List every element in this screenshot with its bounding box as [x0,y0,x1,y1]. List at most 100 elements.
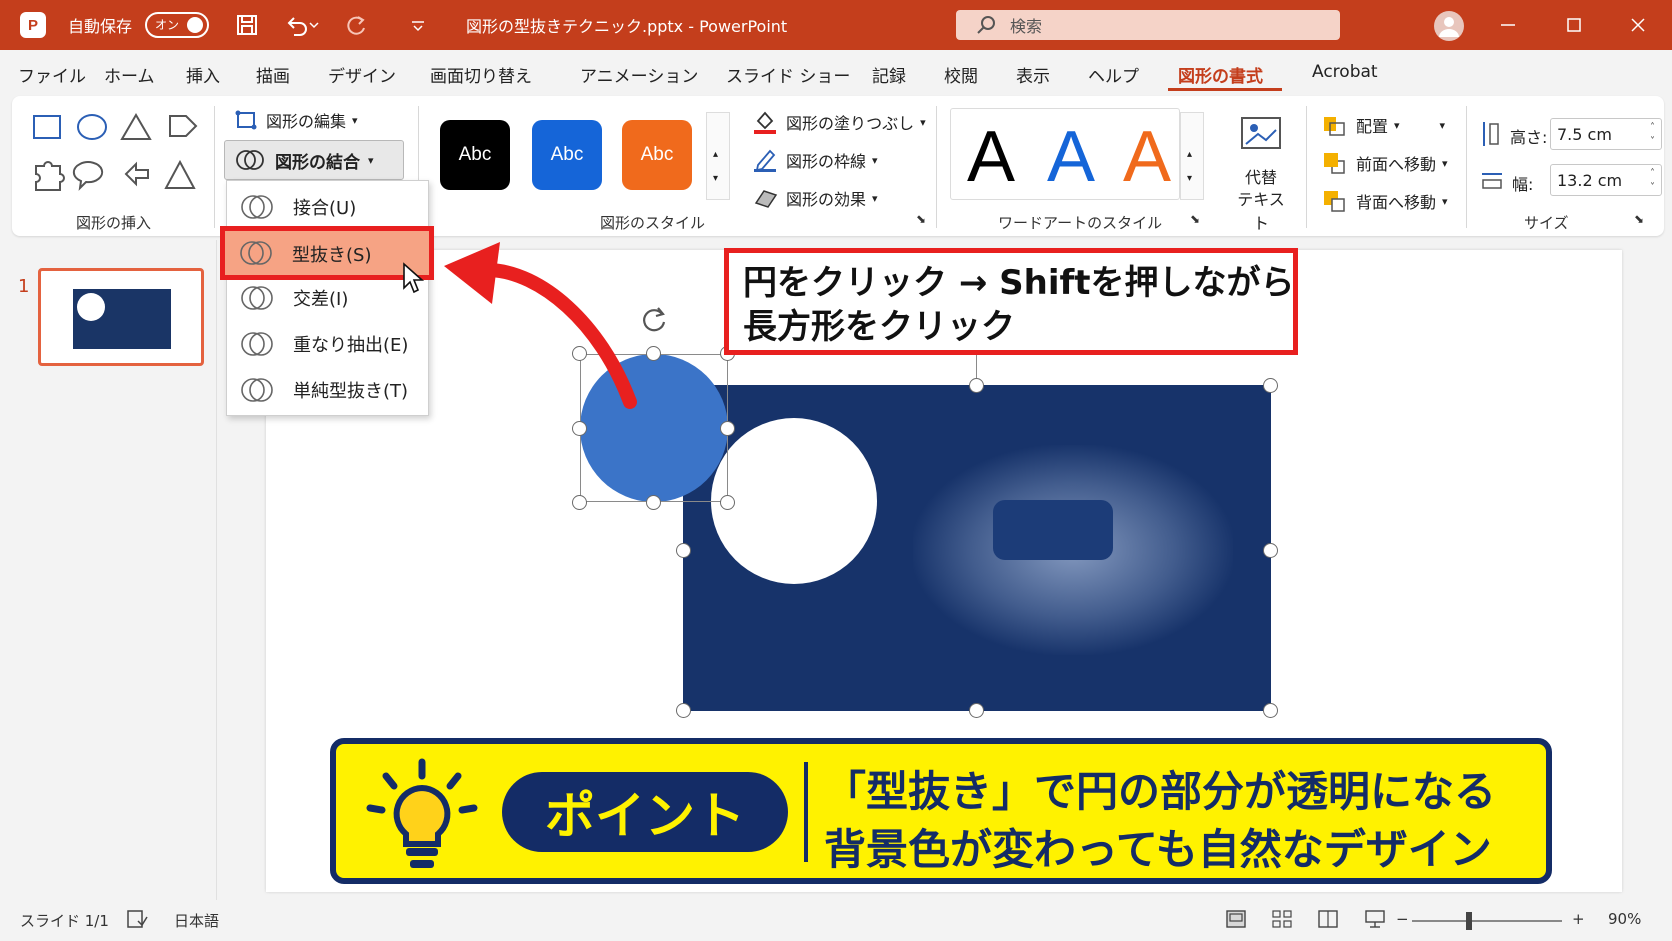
height-input[interactable]: 7.5 cm ˄ ˅ [1550,118,1662,150]
width-input[interactable]: 13.2 cm ˄ ˅ [1550,164,1662,196]
autosave-toggle[interactable]: オン [145,0,209,50]
resize-handle[interactable] [572,421,587,436]
resize-handle[interactable] [720,495,735,510]
dialog-launcher-icon[interactable]: ⬊ [916,212,926,226]
resize-handle[interactable] [969,378,984,393]
banner-divider [804,762,808,862]
search-placeholder: 検索 [1010,17,1043,36]
redo-icon[interactable] [346,0,368,50]
tab-home[interactable]: ホーム [104,62,155,87]
tab-review[interactable]: 校閲 [944,62,978,87]
tab-shape-format[interactable]: 図形の書式 [1178,62,1263,87]
width-icon [1482,173,1502,189]
shape-outline-button[interactable]: 図形の枠線 ▾ [752,146,878,174]
wordart-style-black[interactable]: A [967,119,1015,195]
wordart-style-blue[interactable]: A [1047,119,1095,195]
tab-record[interactable]: 記録 [872,62,906,87]
style-swatch-blue[interactable]: Abc [532,120,602,190]
dialog-launcher-icon[interactable]: ⬊ [1634,212,1644,226]
zoom-slider-track[interactable] [1412,920,1562,922]
tab-animations[interactable]: アニメーション [580,62,698,87]
toggle-label: オン [155,18,180,32]
point-banner: ポイント 「型抜き」で円の部分が透明になる 背景色が変わっても自然なデザイン [330,738,1552,884]
menu-item-subtract-overlap[interactable]: 重なり抽出(E) [227,322,430,366]
undo-icon[interactable] [286,0,320,50]
resize-handle[interactable] [1263,543,1278,558]
style-gallery-scroll[interactable]: ▴ ▾ [706,112,730,200]
shape-effects-button[interactable]: 図形の効果 ▾ [752,184,878,212]
search-box[interactable]: 検索 [956,10,1340,40]
reading-view-icon[interactable] [1318,910,1338,928]
send-backward-button[interactable]: 背面へ移動 ▾ [1322,188,1448,214]
mouse-cursor-icon [403,262,425,294]
slide-sorter-icon[interactable] [1272,910,1292,928]
style-swatch-black[interactable]: Abc [440,120,510,190]
tab-transitions[interactable]: 画面切り替え [430,62,532,87]
resize-handle[interactable] [676,543,691,558]
slide-thumbnail[interactable] [38,268,204,366]
banner-line-1: 「型抜き」で円の部分が透明になる [824,767,1497,816]
shape-effects-label: 図形の効果 [786,190,867,209]
zoom-level[interactable]: 90% [1608,910,1641,928]
resize-handle[interactable] [1263,378,1278,393]
powerpoint-logo-icon: P [20,12,46,38]
menu-item-intersect[interactable]: 交差(I) [227,276,430,320]
resize-handle[interactable] [572,495,587,510]
menu-item-union[interactable]: 接合(U) [227,185,430,229]
shape-outline-label: 図形の枠線 [786,152,867,171]
alt-text-button[interactable]: 代替 テキスト [1230,112,1292,233]
zoom-in-button[interactable]: + [1572,910,1585,928]
slideshow-view-icon[interactable] [1364,909,1386,929]
dialog-launcher-icon[interactable]: ⬊ [1190,212,1200,226]
tab-view[interactable]: 表示 [1016,62,1050,87]
style-swatch-orange[interactable]: Abc [622,120,692,190]
white-circle-cutout[interactable] [711,418,877,584]
shape-gallery[interactable] [30,112,200,198]
bring-forward-button[interactable]: 前面へ移動 ▾ [1322,150,1448,176]
wordart-gallery-scroll[interactable]: ▴ ▾ [1180,112,1204,200]
wordart-gallery[interactable]: A A A [950,108,1180,200]
intersect-icon [241,286,273,310]
app-logo: P [20,0,46,50]
chevron-down-icon: ▾ [920,115,926,129]
close-icon[interactable] [1610,0,1666,50]
tab-slideshow[interactable]: スライド ショー [726,62,850,87]
gallery-more-icon: ▾ [713,173,719,184]
resize-handle[interactable] [720,421,735,436]
zoom-slider-thumb[interactable] [1466,912,1472,930]
shape-fill-button[interactable]: 図形の塗りつぶし ▾ [752,108,926,136]
resize-handle[interactable] [646,495,661,510]
normal-view-icon[interactable] [1226,910,1246,928]
tab-design[interactable]: デザイン [328,62,396,87]
edit-shape-button[interactable]: 図形の編集 ▾ [234,106,358,134]
language-indicator[interactable]: 日本語 [174,910,219,931]
effects-icon [754,190,778,208]
user-avatar-icon[interactable] [1434,11,1464,41]
tab-help[interactable]: ヘルプ [1088,62,1139,87]
customize-icon[interactable] [410,0,426,50]
tab-acrobat[interactable]: Acrobat [1312,62,1378,82]
zoom-out-button[interactable]: − [1396,910,1409,928]
maximize-icon[interactable] [1546,0,1602,50]
spin-down-icon[interactable]: ˅ [1650,137,1655,147]
spin-up-icon[interactable]: ˄ [1650,169,1655,179]
align-button[interactable]: 配置 ▾ ▾ [1322,112,1445,138]
merge-shapes-button[interactable]: 図形の結合 ▾ [224,140,404,180]
accessibility-icon[interactable] [126,909,148,929]
tab-file[interactable]: ファイル [18,62,86,87]
resize-handle[interactable] [1263,703,1278,718]
tab-draw[interactable]: 描画 [256,62,290,87]
resize-handle[interactable] [676,703,691,718]
align-label: 配置 [1356,117,1389,136]
slide-counter: スライド 1/1 [20,912,109,930]
minimize-icon[interactable] [1480,0,1536,50]
spin-down-icon[interactable]: ˅ [1650,183,1655,193]
tab-insert[interactable]: 挿入 [186,62,220,87]
red-arrow-icon [444,242,637,409]
save-icon[interactable] [236,0,258,50]
active-tab-indicator [1168,88,1282,91]
spin-up-icon[interactable]: ˄ [1650,123,1655,133]
wordart-style-orange[interactable]: A [1123,119,1171,195]
menu-item-subtract[interactable]: 単純型抜き(T) [227,368,430,412]
resize-handle[interactable] [969,703,984,718]
